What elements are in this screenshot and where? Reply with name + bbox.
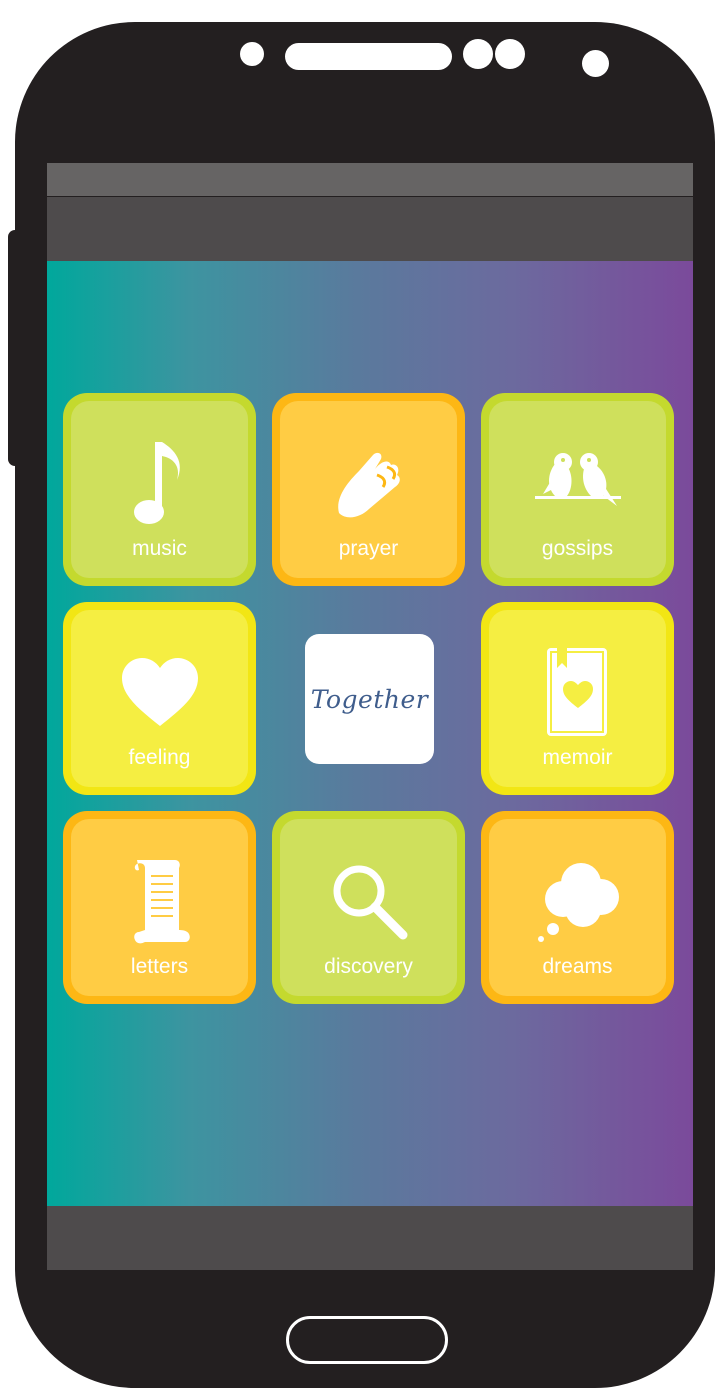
tile-letters-face: letters (71, 819, 248, 996)
together-logo-text: Together (310, 684, 429, 714)
magnifier-icon (321, 853, 417, 949)
praying-hands-icon (321, 435, 417, 531)
front-camera-dot-2 (495, 39, 525, 69)
tile-dreams-label: dreams (542, 955, 613, 978)
front-camera-dot (463, 39, 493, 69)
tile-letters-label: letters (130, 955, 189, 978)
tile-feeling[interactable]: feeling (63, 602, 256, 795)
tile-prayer[interactable]: prayer (272, 393, 465, 586)
navigation-bar (47, 1206, 693, 1270)
tile-memoir-face: memoir (489, 610, 666, 787)
tile-letters[interactable]: letters (63, 811, 256, 1004)
tile-memoir-label: memoir (542, 746, 613, 769)
tile-music-label: music (132, 537, 187, 560)
tile-gossips[interactable]: gossips (481, 393, 674, 586)
tile-feeling-face: feeling (71, 610, 248, 787)
earpiece-speaker (285, 43, 452, 70)
music-note-icon (112, 435, 208, 531)
home-button[interactable] (286, 1316, 448, 1364)
heart-icon (112, 644, 208, 740)
status-bar (47, 163, 693, 196)
app-bar (47, 197, 693, 261)
tile-gossips-label: gossips (541, 537, 614, 560)
front-sensor-dot (240, 42, 264, 66)
thought-cloud-icon (530, 853, 626, 949)
tile-discovery[interactable]: discovery (272, 811, 465, 1004)
birds-icon (530, 435, 626, 531)
tile-music[interactable]: music (63, 393, 256, 586)
tile-discovery-label: discovery (324, 955, 413, 978)
scroll-icon (112, 853, 208, 949)
tile-dreams[interactable]: dreams (481, 811, 674, 1004)
tile-feeling-label: feeling (128, 746, 191, 769)
tile-prayer-face: prayer (280, 401, 457, 578)
tile-prayer-label: prayer (338, 537, 399, 560)
tile-gossips-face: gossips (489, 401, 666, 578)
tile-music-face: music (71, 401, 248, 578)
book-heart-icon (530, 644, 626, 740)
tile-dreams-face: dreams (489, 819, 666, 996)
together-logo[interactable]: Together (305, 634, 434, 764)
tile-discovery-face: discovery (280, 819, 457, 996)
tile-memoir[interactable]: memoir (481, 602, 674, 795)
proximity-sensor-dot (582, 50, 609, 77)
